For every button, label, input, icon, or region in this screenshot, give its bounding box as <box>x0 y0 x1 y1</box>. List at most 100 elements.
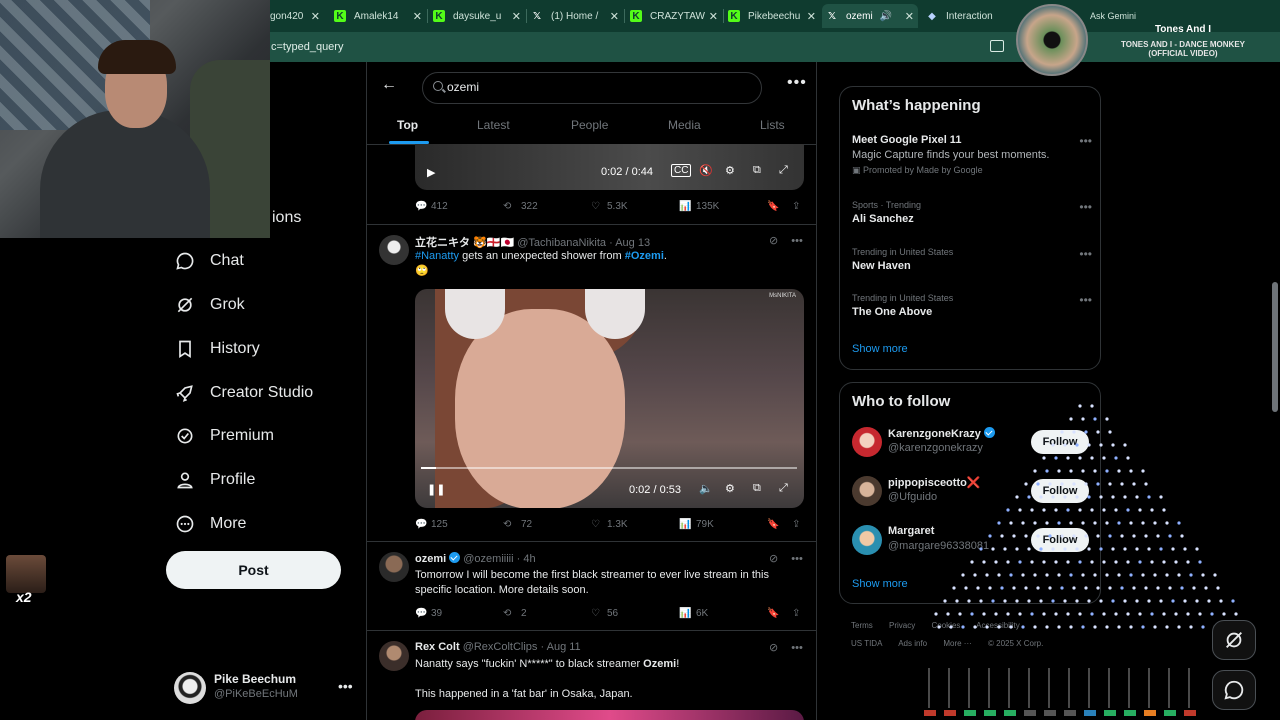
more-dots-icon[interactable]: ••• <box>791 642 803 654</box>
repost-icon[interactable]: ⟲ <box>503 519 511 530</box>
more-dots-icon[interactable]: ••• <box>787 74 807 92</box>
footer-link[interactable]: Cookies <box>931 621 960 630</box>
avatar[interactable] <box>379 235 409 265</box>
tab-latest[interactable]: Latest <box>477 118 510 132</box>
more-dots-icon[interactable]: ••• <box>1079 134 1092 148</box>
close-icon[interactable]: ✕ <box>512 10 521 23</box>
follow-button[interactable]: Follow <box>1031 528 1089 552</box>
settings-icon[interactable]: ⚙ <box>725 164 735 177</box>
footer-link[interactable]: More ··· <box>943 639 971 648</box>
tab-people[interactable]: People <box>571 118 608 132</box>
nav-item-history[interactable]: History <box>174 335 260 363</box>
trend-item[interactable]: Trending in United States The One Above … <box>852 293 1092 318</box>
reply-icon[interactable]: 💬 <box>415 519 427 530</box>
video-player[interactable]: MsNIKITA ❚❚ 0:02 / 0:53 🔈 ⚙ ⧉ ⤢ <box>415 289 804 508</box>
grok-icon[interactable]: ⊘ <box>769 553 778 565</box>
more-dots-icon[interactable]: ••• <box>1079 200 1092 214</box>
follow-button[interactable]: Follow <box>1031 479 1089 503</box>
browser-tab[interactable]: K daysuke_u ✕ <box>433 4 525 28</box>
captions-icon[interactable]: CC <box>671 164 692 177</box>
avatar[interactable] <box>379 552 409 582</box>
hashtag-link[interactable]: #Ozemi <box>625 250 664 262</box>
scrollbar-thumb[interactable] <box>1272 282 1278 412</box>
browser-tab[interactable]: K CRAZYTAW ✕ <box>630 4 722 28</box>
browser-tab[interactable]: 𝕏 (1) Home / ✕ <box>531 4 623 28</box>
video-progress-bar[interactable] <box>421 467 797 469</box>
tab-top[interactable]: Top <box>397 118 418 132</box>
close-icon[interactable]: ✕ <box>311 10 320 23</box>
views-icon[interactable]: 📊 <box>679 608 691 619</box>
tab-lists[interactable]: Lists <box>760 118 785 132</box>
grok-icon[interactable]: ⊘ <box>769 235 778 247</box>
tweet-author-name[interactable]: Rex Colt <box>415 641 460 653</box>
nav-item-creator-studio[interactable]: Creator Studio <box>174 379 313 407</box>
more-dots-icon[interactable]: ••• <box>791 553 803 565</box>
footer-link[interactable]: Ads info <box>898 639 927 648</box>
play-icon[interactable]: ▶ <box>427 166 435 179</box>
more-dots-icon[interactable]: ••• <box>338 678 353 694</box>
share-icon[interactable]: ⇪ <box>792 519 800 530</box>
speaker-icon[interactable]: 🔊 <box>880 11 892 22</box>
tweet-date[interactable]: Aug 13 <box>615 237 650 249</box>
browser-tab[interactable]: gon420 ✕ <box>270 4 324 28</box>
pause-icon[interactable]: ❚❚ <box>427 483 445 496</box>
messages-floating-button[interactable] <box>1212 670 1256 710</box>
browser-tab[interactable]: K Pikebeechu ✕ <box>728 4 820 28</box>
nav-item-partial[interactable]: ions <box>272 204 301 232</box>
trend-item[interactable]: Sports · Trending Ali Sanchez ••• <box>852 200 1092 225</box>
search-input[interactable] <box>447 80 747 94</box>
browser-tab[interactable]: ◆ Interaction <box>926 4 1016 28</box>
footer-link[interactable]: Accessibility <box>976 621 1020 630</box>
fullscreen-icon[interactable]: ⤢ <box>779 482 788 495</box>
scrollbar[interactable] <box>1270 62 1280 720</box>
views-icon[interactable]: 📊 <box>679 519 691 530</box>
search-box[interactable] <box>422 72 762 104</box>
avatar[interactable] <box>379 641 409 671</box>
tweet-date[interactable]: Aug 11 <box>547 641 581 653</box>
like-icon[interactable]: ♡ <box>591 608 600 619</box>
more-dots-icon[interactable]: ••• <box>1079 293 1092 307</box>
close-icon[interactable]: ✕ <box>807 10 816 23</box>
hashtag-link[interactable]: #Nanatty <box>415 250 459 262</box>
browser-tab[interactable]: K Amalek14 ✕ <box>334 4 426 28</box>
pip-icon[interactable]: ⧉ <box>753 164 761 177</box>
close-icon[interactable]: ✕ <box>905 10 914 23</box>
pip-icon[interactable]: ⧉ <box>753 482 761 495</box>
footer-link[interactable]: Terms <box>851 621 873 630</box>
share-icon[interactable]: ⇪ <box>792 608 800 619</box>
tweet-date[interactable]: 4h <box>523 553 535 565</box>
cast-icon[interactable] <box>990 40 1004 52</box>
settings-icon[interactable]: ⚙ <box>725 482 735 495</box>
nav-item-profile[interactable]: Profile <box>174 466 255 494</box>
nav-item-more[interactable]: More <box>174 510 246 538</box>
tweet-author-name[interactable]: 立花ニキタ 🐯🏴󠁧󠁢󠁥󠁮󠁧󠁿🇯🇵 <box>415 237 514 249</box>
bookmark-icon[interactable]: 🔖 <box>767 519 779 530</box>
tweet-author-name[interactable]: ozemi <box>415 553 446 565</box>
tab-media[interactable]: Media <box>668 118 701 132</box>
nav-item-premium[interactable]: Premium <box>174 422 274 450</box>
follow-button[interactable]: Follow <box>1031 430 1089 454</box>
show-more-link[interactable]: Show more <box>852 578 908 590</box>
follow-suggestion[interactable]: KarenzgoneKrazy @karenzgonekrazy Follow <box>852 423 1092 463</box>
fullscreen-icon[interactable]: ⤢ <box>779 164 788 177</box>
footer-link[interactable]: Privacy <box>889 621 915 630</box>
tweet-author-handle[interactable]: @RexColtClips <box>463 641 538 653</box>
repost-icon[interactable]: ⟲ <box>503 608 511 619</box>
url-text[interactable]: c=typed_query <box>271 41 343 53</box>
trend-item[interactable]: Trending in United States New Haven ••• <box>852 247 1092 272</box>
nav-item-chat[interactable]: Chat <box>174 247 244 275</box>
mute-icon[interactable]: 🔇 <box>699 164 713 177</box>
close-icon[interactable]: ✕ <box>610 10 619 23</box>
grok-icon[interactable]: ⊘ <box>769 642 778 654</box>
video-player[interactable]: ▶ 0:02 / 0:44 CC 🔇 ⚙ ⧉ ⤢ <box>415 144 804 190</box>
browser-tab-active[interactable]: 𝕏 ozemi 🔊 ✕ <box>822 4 918 28</box>
follow-suggestion[interactable]: pippopisceotto❌ @Ufguido Follow <box>852 472 1092 512</box>
grok-floating-button[interactable] <box>1212 620 1256 660</box>
nav-item-grok[interactable]: Grok <box>174 291 245 319</box>
video-thumbnail[interactable] <box>415 710 804 720</box>
like-icon[interactable]: ♡ <box>591 519 600 530</box>
bookmark-icon[interactable]: 🔖 <box>767 201 779 212</box>
more-dots-icon[interactable]: ••• <box>791 235 803 247</box>
follow-suggestion[interactable]: Margaret @margare96338081 Follow <box>852 521 1092 561</box>
footer-link[interactable]: US TIDA <box>851 639 882 648</box>
